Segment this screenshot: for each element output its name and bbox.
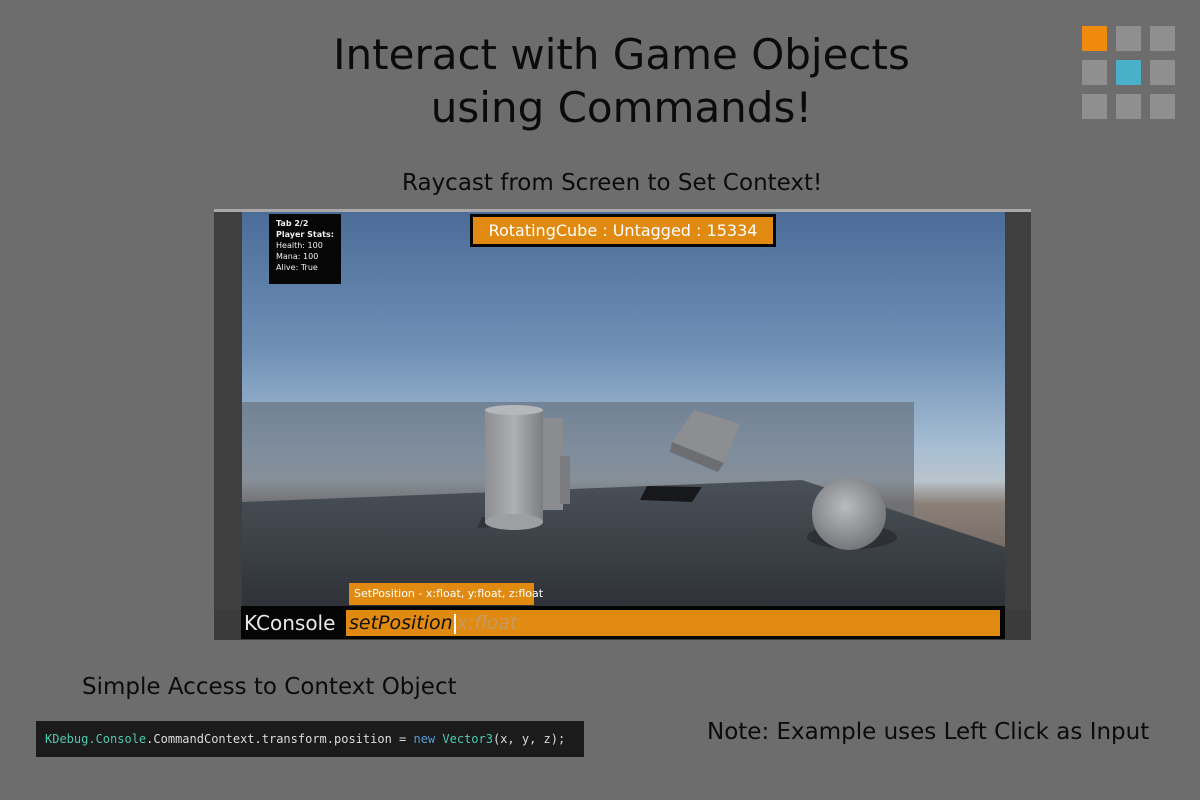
console-input[interactable]: setPosition x:float: [346, 610, 1000, 636]
stats-alive: Alive: True: [276, 263, 318, 272]
logo-square: [1082, 60, 1107, 85]
code-snippet: KDebug.Console.CommandContext.transform.…: [36, 721, 584, 757]
code-member: CommandContext.transform.position =: [153, 732, 414, 746]
cylinder: [485, 410, 543, 522]
console-label: KConsole: [244, 611, 336, 635]
text-caret: [453, 613, 456, 634]
viewport-left-bar: [214, 212, 242, 640]
cube-shadow: [640, 486, 702, 502]
section-subtitle: Raycast from Screen to Set Context!: [402, 170, 823, 196]
console-suggestion: x:float: [456, 612, 518, 634]
logo-square: [1116, 94, 1141, 119]
game-viewport[interactable]: Tab 2/2 Player Stats: Health: 100 Mana: …: [214, 209, 1031, 640]
context-label: RotatingCube : Untagged : 15334: [470, 214, 776, 247]
stats-health: Health: 100: [276, 241, 323, 250]
logo-square: [1150, 26, 1175, 51]
cylinder-base: [485, 514, 543, 530]
logo-square: [1116, 26, 1141, 51]
sphere: [812, 478, 886, 550]
stats-mana: Mana: 100: [276, 252, 319, 261]
code-namespace: KDebug.Console: [45, 732, 147, 746]
title-line-1: Interact with Game Objects: [333, 30, 910, 79]
player-stats-panel: Tab 2/2 Player Stats: Health: 100 Mana: …: [269, 214, 341, 284]
logo-square: [1082, 94, 1107, 119]
command-hint: SetPosition - x:float, y:float, z:float: [349, 583, 543, 605]
context-caption: Simple Access to Context Object: [82, 674, 457, 700]
scene-render: [242, 402, 1005, 607]
cylinder-top: [485, 405, 543, 415]
code-args: (x, y, z);: [492, 732, 566, 746]
console-typed-text: setPosition: [349, 612, 453, 634]
game-scene[interactable]: Tab 2/2 Player Stats: Health: 100 Mana: …: [242, 212, 1005, 607]
code-keyword: new: [413, 732, 436, 746]
stats-tab: Tab 2/2: [276, 219, 309, 228]
code-type: Vector3: [442, 732, 493, 746]
logo-square: [1150, 60, 1175, 85]
page-title: Interact with Game Objects using Command…: [0, 28, 1200, 134]
title-line-2: using Commands!: [430, 83, 813, 132]
console-bar: KConsole setPosition x:float: [241, 606, 1005, 639]
context-label-text: RotatingCube : Untagged : 15334: [473, 217, 773, 244]
logo-square: [1082, 26, 1107, 51]
brand-logo: [1082, 26, 1176, 120]
logo-square: [1116, 60, 1141, 85]
input-note: Note: Example uses Left Click as Input: [707, 719, 1150, 745]
stats-header: Player Stats:: [276, 230, 334, 239]
viewport-right-bar: [1005, 212, 1031, 640]
logo-square: [1150, 94, 1175, 119]
cylinder-side: [560, 456, 570, 504]
